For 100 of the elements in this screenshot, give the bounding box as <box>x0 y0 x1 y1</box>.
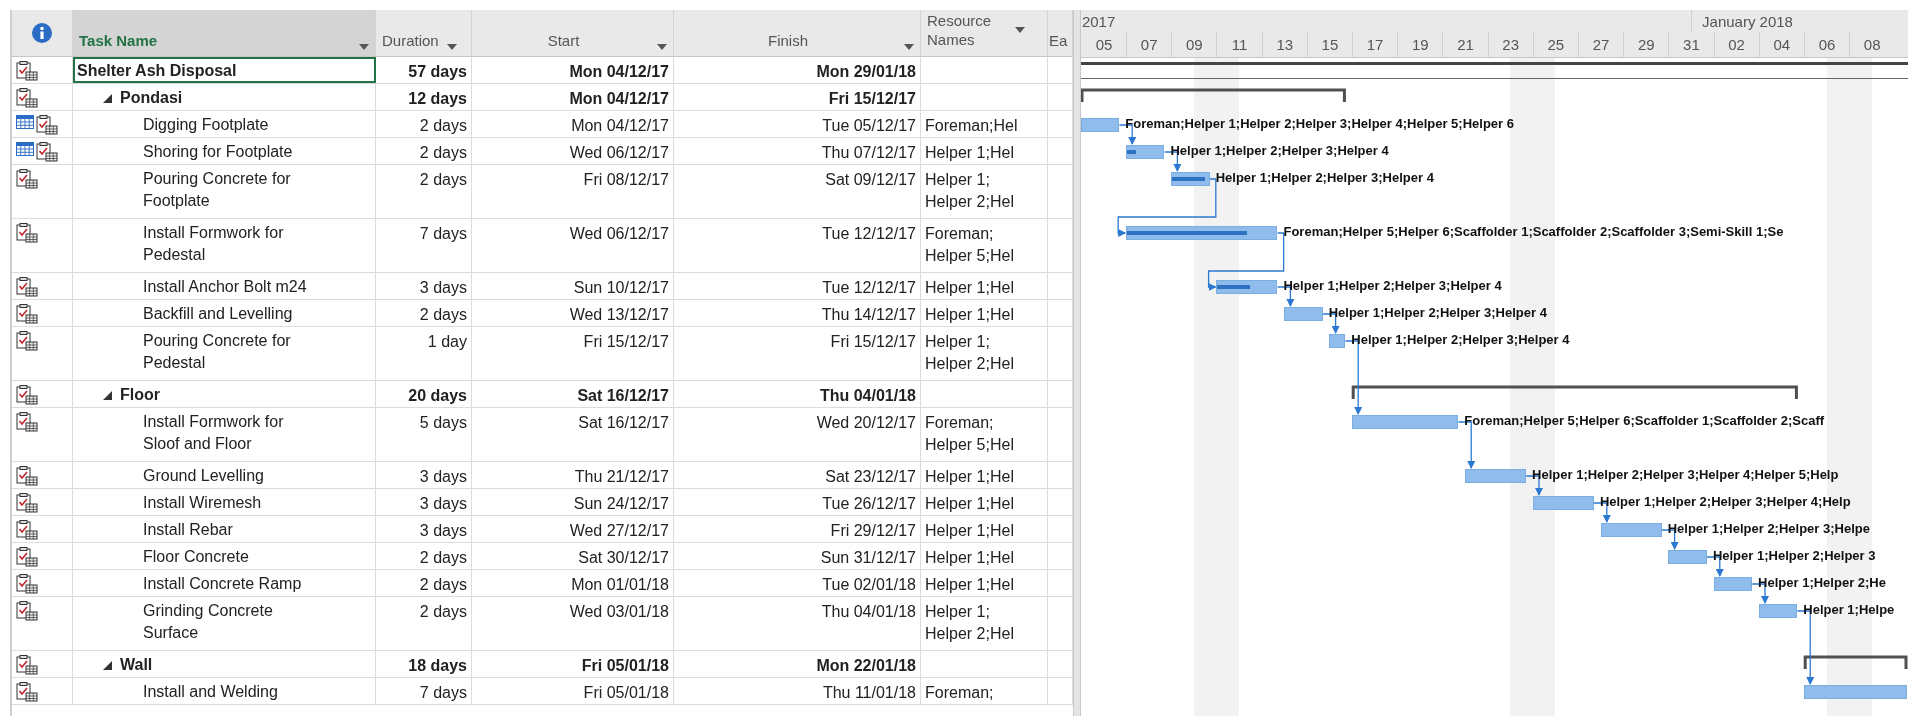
table-cell: Sat 16/12/17 <box>472 381 674 407</box>
table-cell: 2 days <box>376 111 472 137</box>
table-cell: Wed 03/01/18 <box>472 597 674 650</box>
table-cell: Mon 29/01/18 <box>674 57 921 83</box>
table-cell: 18 days <box>376 651 472 677</box>
task-name: Digging Footplate <box>143 115 269 135</box>
timescale-label: 06 <box>1818 36 1836 53</box>
column-header[interactable]: Finish <box>674 10 921 56</box>
table-cell: Thu 07/12/17 <box>674 138 921 164</box>
info-icon <box>32 23 52 43</box>
task-name: Ground Levelling <box>143 466 264 486</box>
table-cell: 3 days <box>376 462 472 488</box>
table-cell: Wed 20/12/17 <box>674 408 921 461</box>
timescale-label: 17 <box>1366 36 1384 53</box>
task-clipboard-icon <box>16 520 38 540</box>
table-cell: 2 days <box>376 300 472 326</box>
table-cell: 7 days <box>376 219 472 272</box>
table-cell: Fri 15/12/17 <box>674 84 921 110</box>
timescale-label: 29 <box>1637 36 1655 53</box>
table-cell: 2 days <box>376 570 472 596</box>
task-clipboard-icon <box>16 601 38 621</box>
table-cell: Foreman; <box>921 678 1048 704</box>
task-bar[interactable] <box>1171 172 1210 186</box>
collapse-triangle-icon[interactable] <box>103 94 112 103</box>
table-cell: 2 days <box>376 138 472 164</box>
table-cell: Fri 29/12/17 <box>674 516 921 542</box>
collapse-triangle-icon[interactable] <box>103 661 112 670</box>
task-clipboard-icon <box>16 655 38 675</box>
task-bar[interactable] <box>1216 280 1278 294</box>
table-cell: Tue 12/12/17 <box>674 273 921 299</box>
task-clipboard-icon <box>16 61 38 81</box>
table-cell: Helper 1;Hel <box>921 570 1048 596</box>
dropdown-caret-icon <box>359 44 369 50</box>
task-bar[interactable] <box>1126 145 1165 159</box>
column-header[interactable]: Task Name <box>73 10 376 56</box>
table-cell: Wed 27/12/17 <box>472 516 674 542</box>
table-cell: Wed 13/12/17 <box>472 300 674 326</box>
table-cell: Fri 15/12/17 <box>674 327 921 380</box>
resource-label: Foreman;Helper 5;Helper 6;Scaffolder 1;Scaffolder 2;Scaffolder 3;Semi-Skill 1;Se <box>1283 224 1784 240</box>
task-bar[interactable] <box>1126 226 1278 240</box>
task-name: Floor <box>120 385 160 405</box>
task-clipboard-icon <box>36 115 58 135</box>
task-bar[interactable] <box>1329 334 1346 348</box>
table-cell: 3 days <box>376 273 472 299</box>
dropdown-caret-icon <box>657 44 667 50</box>
table-cell: Thu 14/12/17 <box>674 300 921 326</box>
timescale-label: 21 <box>1457 36 1474 53</box>
resource-label: Helper 1;Helpe <box>1803 602 1895 618</box>
resource-label: Helper 1;Helper 2;He <box>1758 575 1886 591</box>
table-cell: Helper 1;Hel <box>921 543 1048 569</box>
table-cell: Helper 1;Hel <box>921 489 1048 515</box>
task-clipboard-icon <box>16 682 38 702</box>
calendar-icon <box>16 115 34 129</box>
table-cell: 2 days <box>376 165 472 218</box>
pane-splitter[interactable] <box>1072 10 1081 716</box>
dropdown-caret-icon <box>1015 27 1025 33</box>
task-name: Pouring Concrete for Footplate <box>143 169 291 211</box>
dropdown-caret-icon <box>446 44 457 50</box>
table-cell: Fri 05/01/18 <box>472 678 674 704</box>
table-cell: Thu 21/12/17 <box>472 462 674 488</box>
table-cell: 2 days <box>376 597 472 650</box>
table-cell: Tue 02/01/18 <box>674 570 921 596</box>
table-cell: Mon 04/12/17 <box>472 84 674 110</box>
task-bar[interactable] <box>1758 604 1798 618</box>
timescale-label: 27 <box>1592 36 1610 53</box>
resource-label: Foreman;Helper 1;Helper 2;Helper 3;Helper 4;Helper 5;Helper 6 <box>1125 116 1514 132</box>
resource-label: Helper 1;Helper 2;Helper 3;Helper 4 <box>1328 305 1547 321</box>
task-clipboard-icon <box>16 331 38 351</box>
collapse-triangle-icon[interactable] <box>103 391 112 400</box>
timescale-label: 09 <box>1186 36 1203 53</box>
timescale-label: 04 <box>1773 36 1791 53</box>
task-clipboard-icon <box>16 304 38 324</box>
resource-label: Helper 1;Helper 2;Helper 3;Helper 4 <box>1283 278 1502 294</box>
dropdown-caret-icon <box>904 44 914 50</box>
table-cell: Sun 31/12/17 <box>674 543 921 569</box>
task-name: Shoring for Footplate <box>143 142 293 162</box>
table-cell: Helper 1; Helper 2;Hel <box>921 165 1048 218</box>
timescale-label: 2017 <box>1081 12 1116 30</box>
task-clipboard-icon <box>16 277 38 297</box>
column-header[interactable]: Duration <box>376 10 472 56</box>
timescale-label: 08 <box>1863 36 1881 53</box>
table-cell: 7 days <box>376 678 472 704</box>
table-cell: Tue 05/12/17 <box>674 111 921 137</box>
resource-label: Helper 1;Helper 2;Helper 3;Helper 4 <box>1215 170 1434 186</box>
resource-label: Helper 1;Helper 2;Helper 3;Helper 4;Helper 5;Help <box>1532 467 1839 483</box>
table-cell: Mon 01/01/18 <box>472 570 674 596</box>
timescale-label: 15 <box>1321 36 1339 53</box>
task-name: Floor Concrete <box>143 547 249 567</box>
task-bar[interactable] <box>1080 118 1120 132</box>
task-name: Grinding Concrete Surface <box>143 601 273 643</box>
table-cell: Tue 12/12/17 <box>674 219 921 272</box>
task-bar[interactable] <box>1713 577 1753 591</box>
task-clipboard-icon <box>16 223 38 243</box>
task-clipboard-icon <box>36 142 58 162</box>
table-cell: Thu 04/01/18 <box>674 381 921 407</box>
table-cell: Sat 09/12/17 <box>674 165 921 218</box>
column-header[interactable]: Resource Names <box>921 10 1048 56</box>
column-header[interactable]: Start <box>472 10 674 56</box>
table-cell: Helper 1; Helper 2;Hel <box>921 597 1048 650</box>
selected-cell-frame[interactable]: Shelter Ash Disposal <box>73 57 376 83</box>
